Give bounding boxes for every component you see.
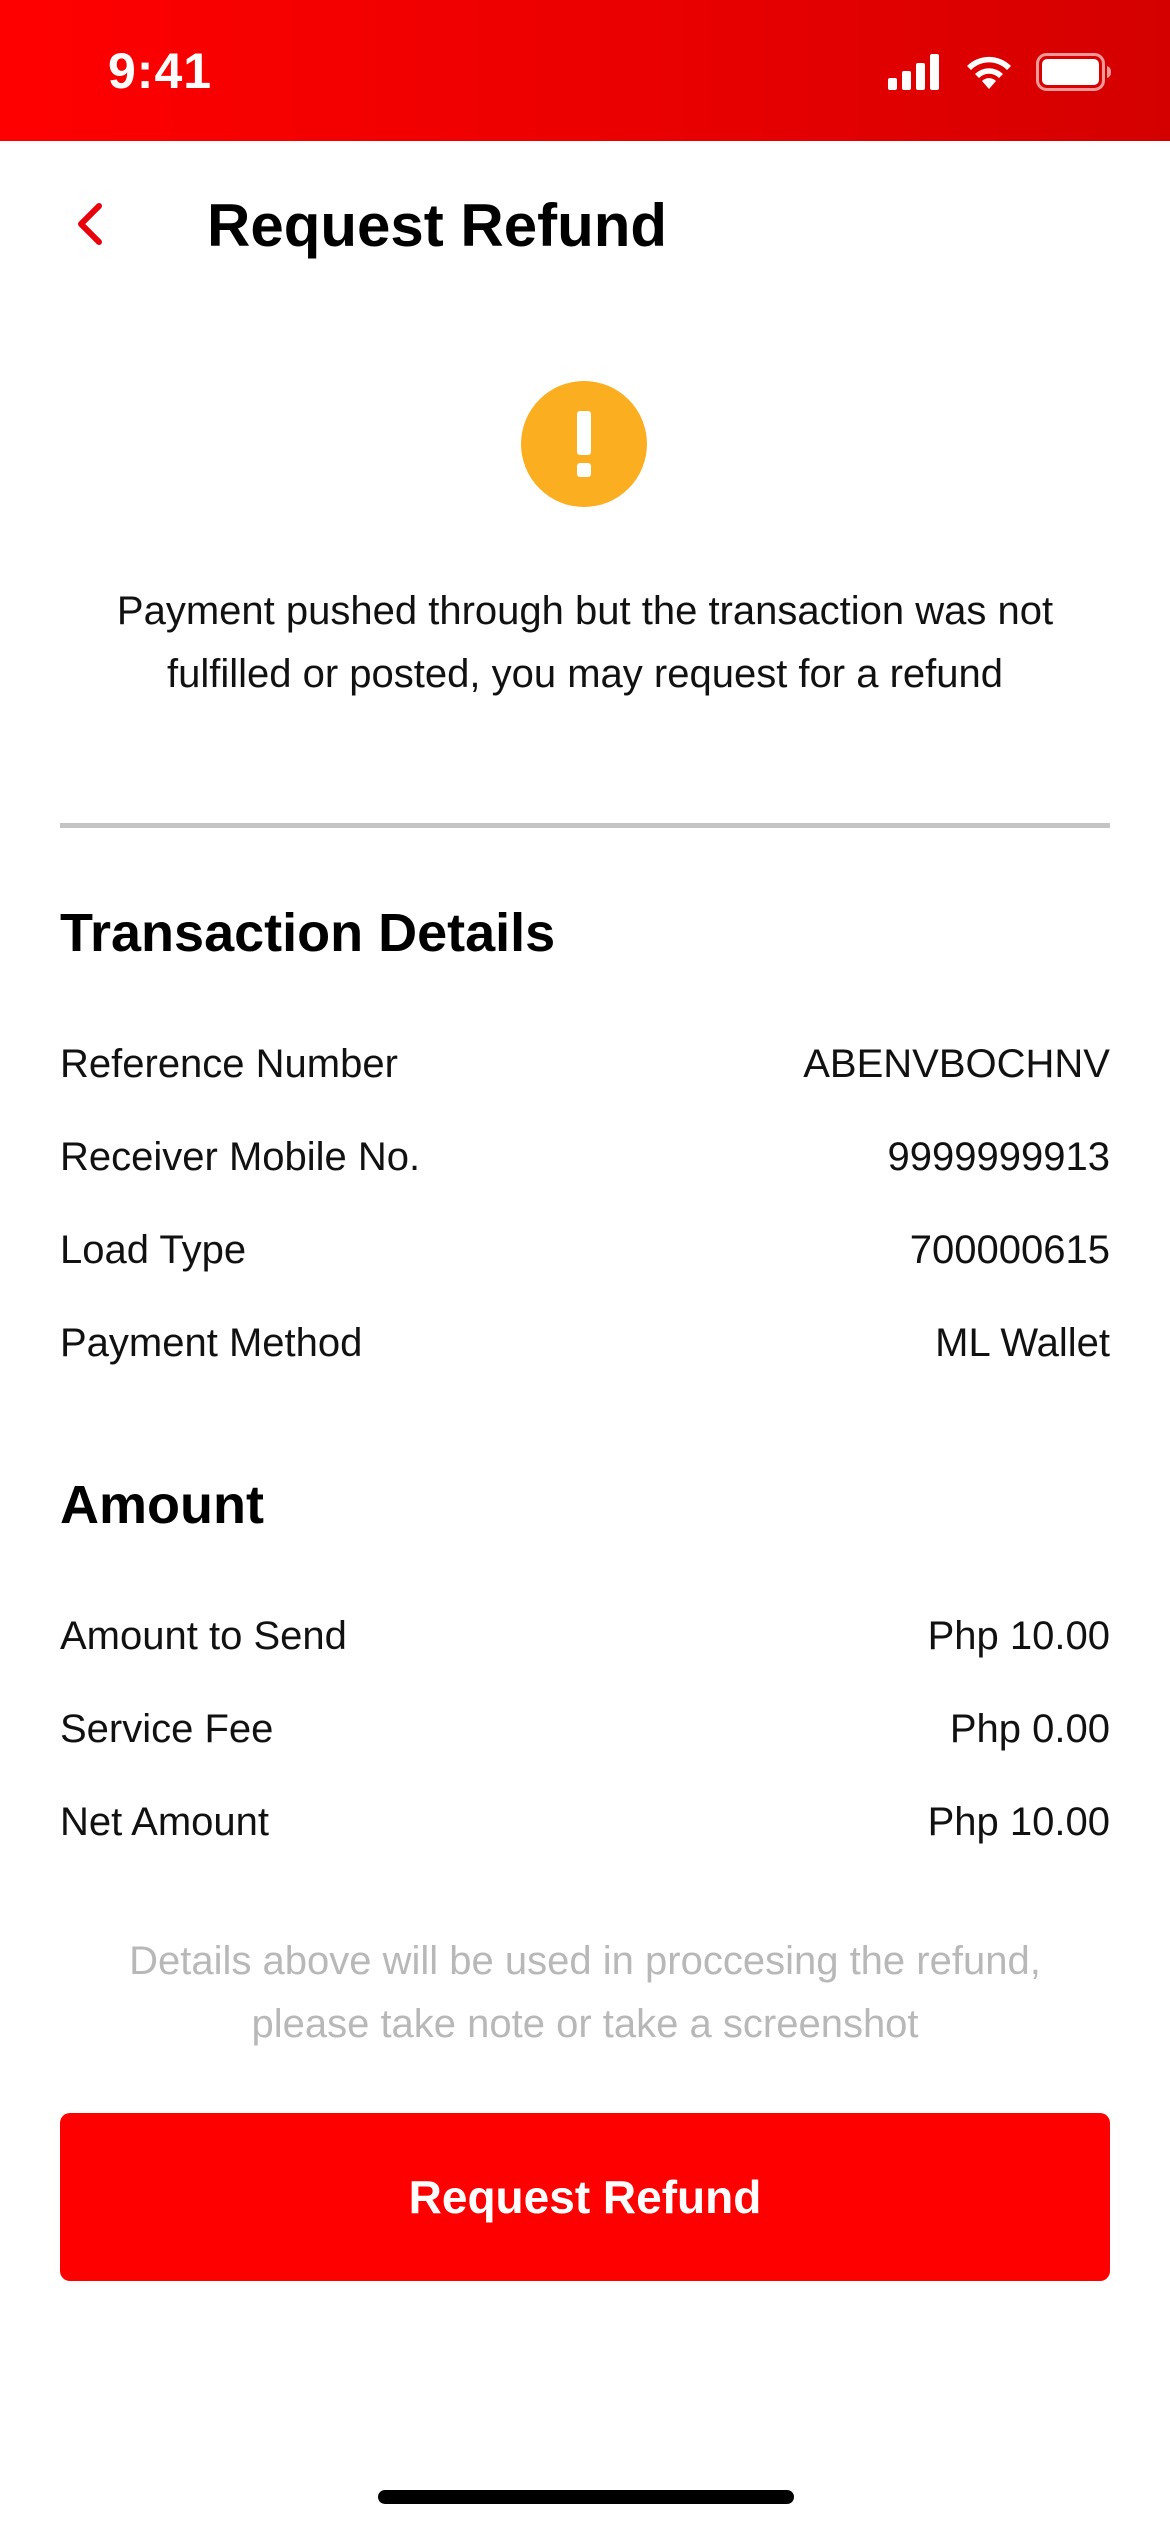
exclamation-icon — [521, 381, 647, 507]
detail-value: ML Wallet — [935, 1320, 1110, 1365]
detail-label: Payment Method — [60, 1320, 363, 1365]
detail-value: 700000615 — [909, 1227, 1110, 1272]
home-indicator — [378, 2490, 794, 2504]
alert-message-line: Payment pushed through but the transacti… — [116, 589, 1054, 633]
amount-label: Service Fee — [60, 1706, 274, 1751]
detail-value: ABENVBOCHNV — [803, 1041, 1110, 1086]
refund-note-line: Details above will be used in proccesing… — [129, 1939, 1041, 1983]
header: Request Refund — [0, 141, 1170, 311]
detail-value: 9999999913 — [887, 1134, 1110, 1179]
amount-row-net-amount: Net Amount Php 10.00 — [60, 1792, 1110, 1852]
back-button[interactable] — [60, 191, 120, 261]
detail-label: Load Type — [60, 1227, 247, 1272]
request-refund-button[interactable]: Request Refund — [60, 2113, 1110, 2281]
status-bar: 9:41 — [0, 0, 1170, 141]
alert-message: Payment pushed through but the transacti… — [60, 580, 1110, 706]
amount-value: Php 10.00 — [927, 1799, 1110, 1844]
wifi-icon — [964, 53, 1014, 96]
status-icons — [888, 52, 1112, 96]
detail-label: Reference Number — [60, 1041, 398, 1086]
amount-title: Amount — [60, 1475, 264, 1535]
detail-row-receiver-mobile: Receiver Mobile No. 9999999913 — [60, 1127, 1110, 1187]
battery-icon — [1036, 52, 1112, 96]
amount-row-amount-to-send: Amount to Send Php 10.00 — [60, 1606, 1110, 1666]
detail-label: Receiver Mobile No. — [60, 1134, 421, 1179]
detail-row-load-type: Load Type 700000615 — [60, 1220, 1110, 1280]
amount-value: Php 0.00 — [949, 1706, 1110, 1751]
amount-row-service-fee: Service Fee Php 0.00 — [60, 1699, 1110, 1759]
refund-note: Details above will be used in proccesing… — [60, 1930, 1110, 2056]
refund-note-line: please take note or take a screenshot — [251, 2002, 919, 2046]
cellular-signal-icon — [888, 53, 942, 95]
amount-label: Amount to Send — [60, 1613, 347, 1658]
alert-message-line: fulfilled or posted, you may request for… — [166, 652, 1003, 696]
page-title: Request Refund — [207, 192, 668, 259]
chevron-left-icon — [75, 202, 105, 251]
transaction-details-title: Transaction Details — [60, 903, 556, 963]
detail-row-payment-method: Payment Method ML Wallet — [60, 1313, 1110, 1373]
amount-value: Php 10.00 — [927, 1613, 1110, 1658]
divider — [60, 823, 1110, 828]
status-time: 9:41 — [108, 43, 213, 99]
detail-row-reference-number: Reference Number ABENVBOCHNV — [60, 1034, 1110, 1094]
amount-label: Net Amount — [60, 1799, 270, 1844]
